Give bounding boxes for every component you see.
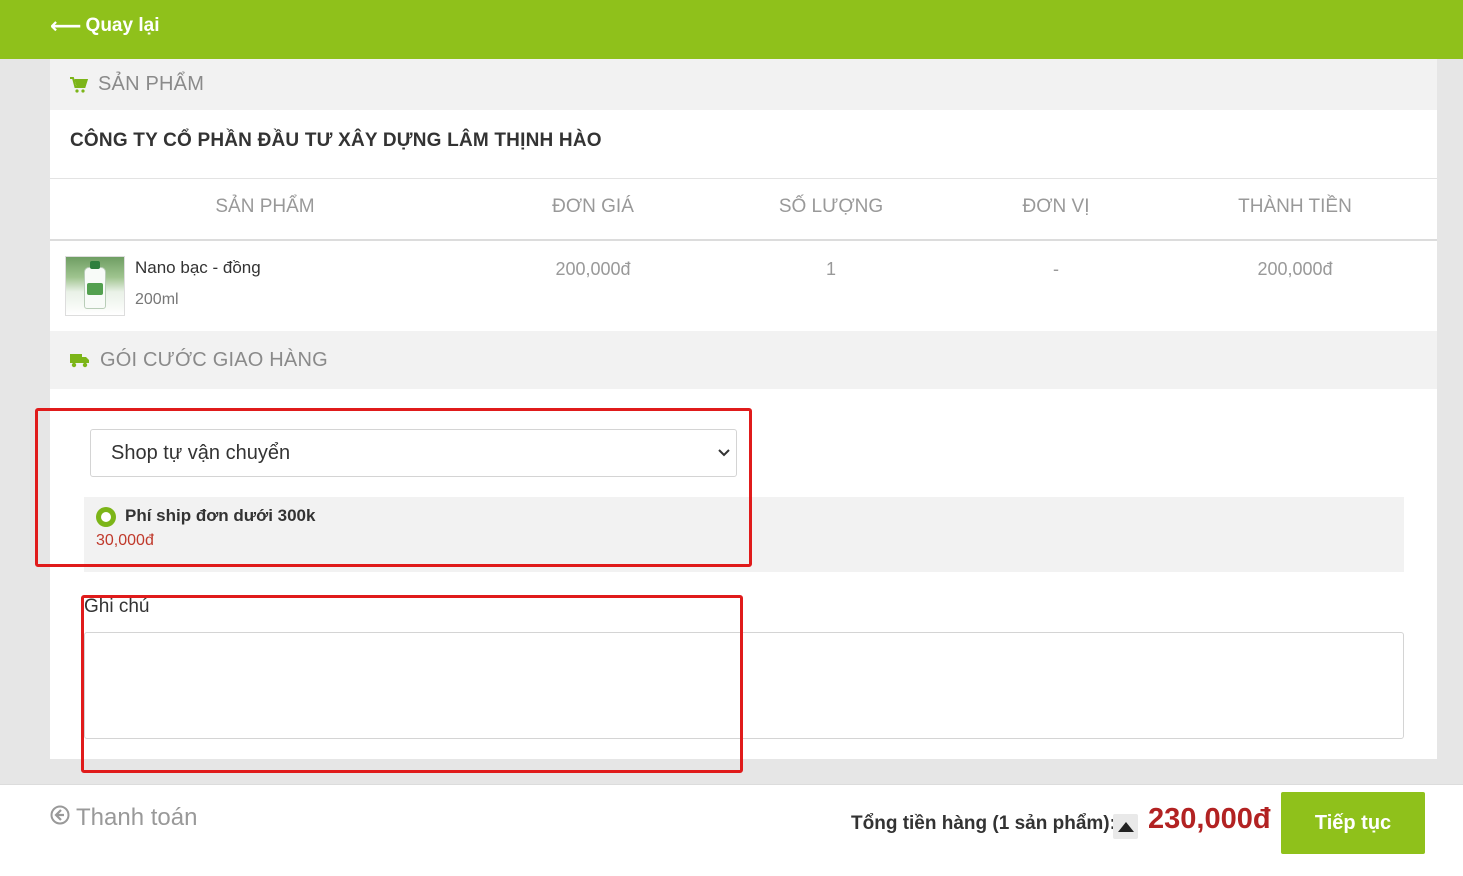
unit-price: 200,000đ <box>555 259 631 279</box>
quantity: 1 <box>825 259 836 279</box>
column-header-quantity: SỐ LƯỢNG <box>778 196 884 217</box>
column-header-subtotal: THÀNH TIỀN <box>1238 196 1352 217</box>
order-panel: SẢN PHẨM CÔNG TY CỔ PHẦN ĐẦU TƯ XÂY DỰNG… <box>50 59 1437 759</box>
back-link[interactable]: ⟵ Quay lại <box>50 15 159 37</box>
shipping-option-name: Phí ship đơn dưới 300k <box>125 506 316 525</box>
carrier-select-value: Shop tự vận chuyển <box>111 441 291 464</box>
product-thumbnail[interactable] <box>65 256 125 316</box>
shop-name: CÔNG TY CỔ PHẦN ĐẦU TƯ XÂY DỰNG LÂM THỊN… <box>70 130 602 151</box>
cart-icon <box>70 76 88 93</box>
product-variant: 200ml <box>135 291 179 308</box>
note-textarea[interactable] <box>84 632 1404 739</box>
shipping-option[interactable]: Phí ship đơn dưới 300k 30,000đ <box>84 497 1404 572</box>
unit: - <box>1053 259 1059 279</box>
truck-icon <box>70 352 90 368</box>
shipping-section-title: GÓI CƯỚC GIAO HÀNG <box>100 348 328 371</box>
note-label: Ghi chú <box>84 596 150 617</box>
chevron-down-icon <box>718 445 730 461</box>
arrow-left-icon: ⟵ <box>50 13 82 38</box>
shipping-section-header: GÓI CƯỚC GIAO HÀNG <box>50 331 1437 389</box>
subtotal: 200,000đ <box>1257 259 1333 279</box>
carrier-select[interactable]: Shop tự vận chuyển <box>90 429 737 477</box>
shipping-option-radio[interactable] <box>96 507 116 527</box>
column-header-unit-price: ĐƠN GIÁ <box>552 196 634 217</box>
total-amount: 230,000đ <box>1148 803 1271 835</box>
total-label: Tổng tiền hàng (1 sản phẩm): <box>851 813 1116 834</box>
table-header-divider <box>50 239 1437 241</box>
top-bar: ⟵ Quay lại <box>0 0 1463 59</box>
shipping-option-price: 30,000đ <box>96 532 154 549</box>
divider <box>50 178 1437 179</box>
circle-arrow-left-icon <box>50 804 70 832</box>
continue-button[interactable]: Tiếp tục <box>1281 792 1425 854</box>
checkout-title: Thanh toán <box>50 804 197 832</box>
footer-bar: Thanh toán Tổng tiền hàng (1 sản phẩm): … <box>0 784 1463 876</box>
column-header-product: SẢN PHẨM <box>215 196 315 217</box>
caret-up-icon[interactable] <box>1113 814 1138 839</box>
product-name[interactable]: Nano bạc - đồng <box>135 258 261 278</box>
back-label: Quay lại <box>85 15 160 36</box>
checkout-title-label: Thanh toán <box>76 804 198 831</box>
products-section-header: SẢN PHẨM <box>50 59 1437 110</box>
products-section-title: SẢN PHẨM <box>98 73 205 95</box>
column-header-unit: ĐƠN VỊ <box>1022 196 1090 217</box>
